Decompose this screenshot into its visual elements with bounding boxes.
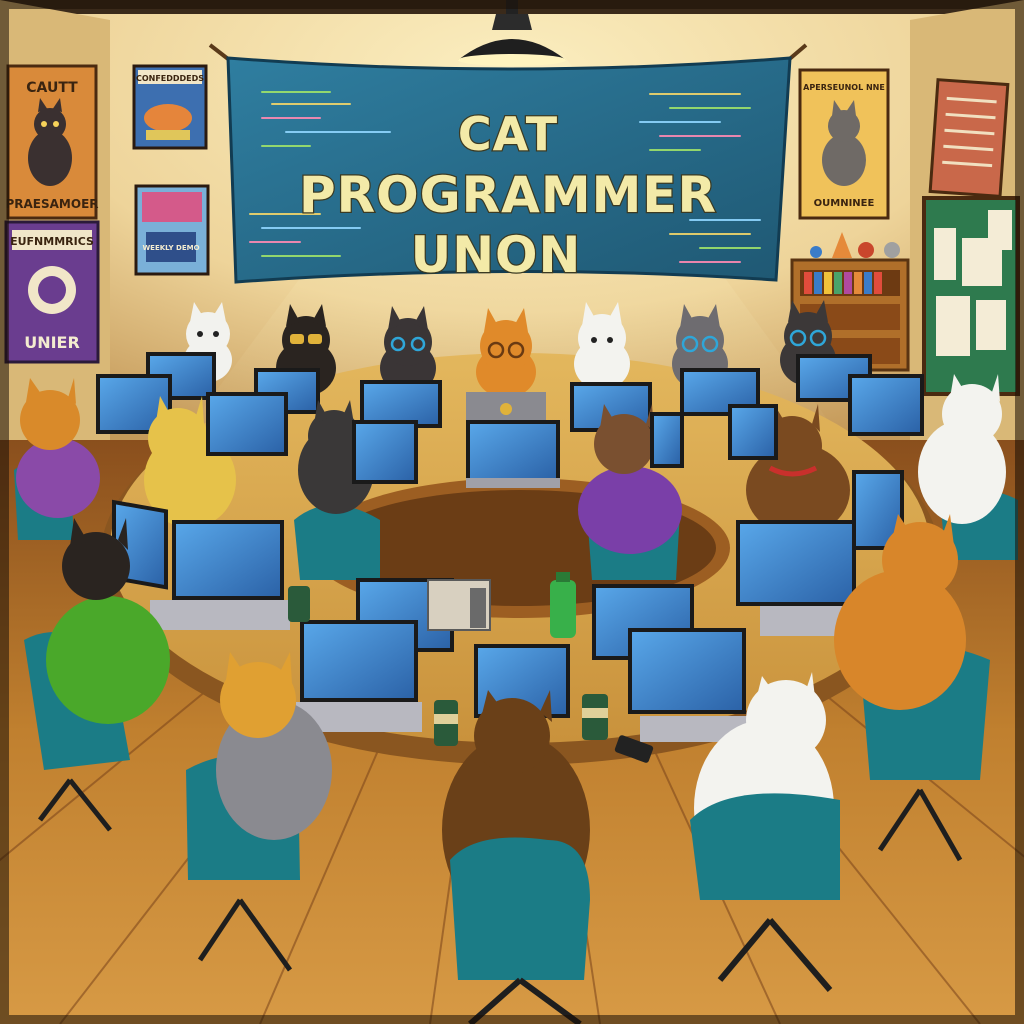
router-box [427, 579, 491, 631]
wall-chart-right [928, 78, 1010, 198]
laptop [628, 628, 760, 742]
union-banner: CAT PROGRAMMER UNON [208, 43, 808, 285]
poster-top-right-caption: OUMNINEE [814, 198, 875, 209]
poster-top-left-caption: PRAESAMOER [5, 197, 98, 211]
laptop [352, 420, 418, 484]
poster-top-left: CAUTT PRAESAMOER [5, 64, 99, 220]
poster-top-right-title: APERSEUNOL NNE [803, 83, 885, 92]
green-bottle [550, 572, 576, 638]
soda-can [288, 586, 310, 622]
poster-small-bottom: WEEKLY DEMO [134, 184, 210, 276]
laptop [650, 412, 684, 468]
banner-title-line3: UNON [411, 226, 582, 284]
soda-can [434, 700, 458, 746]
banner-title-line2: PROGRAMMER [299, 166, 717, 224]
poster-mid-left-caption: UNIER [24, 333, 80, 352]
cat-programmer-union-illustration: CAT PROGRAMMER UNON CAUTT PRAESAMOER EUF… [0, 0, 1024, 1024]
laptop [296, 620, 422, 732]
poster-top-right: APERSEUNOL NNE OUMNINEE [798, 68, 890, 220]
laptop [206, 392, 288, 456]
laptop [728, 404, 778, 460]
soda-can [582, 694, 608, 740]
poster-small-label: CONFEDDDEDS [136, 74, 204, 83]
corkboard [922, 196, 1020, 396]
poster-mid-left: EUFNMMRICS UNIER [4, 220, 100, 364]
poster-top-left-title: CAUTT [26, 80, 78, 96]
banner-title-line1: CAT [458, 107, 558, 161]
poster-mid-left-title: EUFNMMRICS [10, 235, 94, 248]
chalk-poster-label: WEEKLY DEMO [142, 244, 199, 252]
laptop [466, 420, 560, 488]
poster-small-top: CONFEDDDEDS [132, 64, 208, 150]
laptop [848, 374, 924, 436]
